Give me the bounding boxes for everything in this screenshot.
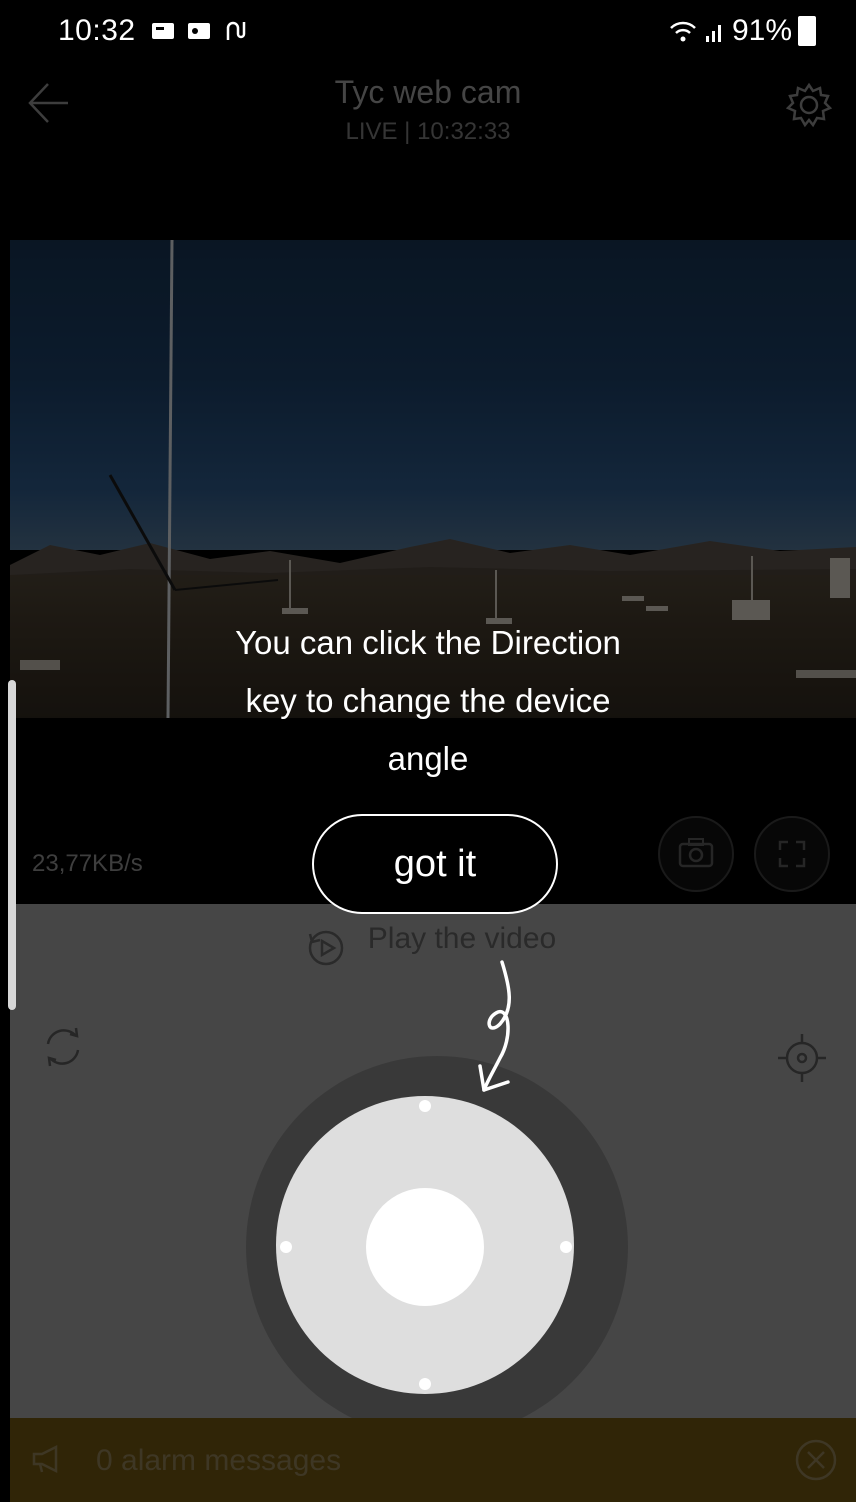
tip-line-3: angle	[387, 740, 469, 777]
expand-icon	[778, 840, 806, 868]
play-video-label: Play the video	[367, 922, 557, 955]
calibrate-button[interactable]	[776, 1032, 828, 1084]
direction-up-indicator[interactable]	[419, 1100, 431, 1112]
direction-down-indicator[interactable]	[419, 1378, 431, 1390]
app-screen: Tyc web cam LIVE | 10:32:33 23,77KB/s Pl…	[0, 0, 856, 1502]
hand-drawn-arrow-icon	[478, 960, 511, 1092]
play-video-button[interactable]: Play the video	[10, 922, 856, 956]
wifi-icon	[670, 21, 696, 42]
notification-icon	[188, 23, 210, 39]
battery-percent: 91%	[731, 14, 792, 47]
status-bar: 10:32 91%	[0, 0, 856, 64]
alarm-bar[interactable]: 0 alarm messages	[10, 1418, 856, 1502]
status-time: 10:32	[58, 14, 136, 47]
link-icon	[226, 21, 246, 40]
fullscreen-button[interactable]	[754, 816, 830, 892]
crosshair-icon	[778, 1034, 826, 1082]
live-status: LIVE | 10:32:33	[345, 118, 511, 145]
status-right: 91%	[668, 14, 816, 48]
got-it-button[interactable]: got it	[312, 814, 558, 914]
alarm-close-button[interactable]	[794, 1438, 838, 1482]
megaphone-icon	[32, 1444, 58, 1474]
status-notifications	[150, 20, 248, 42]
direction-right-indicator[interactable]	[560, 1241, 572, 1253]
tip-line-1: You can click the Direction	[235, 624, 621, 661]
tutorial-tip: You can click the Direction key to chang…	[0, 614, 856, 788]
gear-icon	[785, 82, 833, 128]
camera-icon	[678, 838, 714, 868]
close-icon	[795, 1439, 837, 1481]
top-bar: Tyc web cam LIVE | 10:32:33	[0, 64, 856, 240]
tip-line-2: key to change the device	[245, 682, 611, 719]
snapshot-button[interactable]	[658, 816, 734, 892]
rotate-icon	[46, 1027, 80, 1067]
battery-icon	[798, 16, 816, 46]
direction-pad-center[interactable]	[366, 1188, 484, 1306]
notification-icon	[152, 23, 174, 39]
bitrate-label: 23,77KB/s	[32, 850, 143, 877]
signal-icon	[705, 25, 721, 42]
settings-button[interactable]	[785, 82, 833, 128]
page-title: Tyc web cam	[334, 74, 522, 110]
alarm-messages-label: 0 alarm messages	[96, 1444, 342, 1477]
direction-left-indicator[interactable]	[280, 1241, 292, 1253]
rotate-button[interactable]	[40, 1024, 86, 1070]
